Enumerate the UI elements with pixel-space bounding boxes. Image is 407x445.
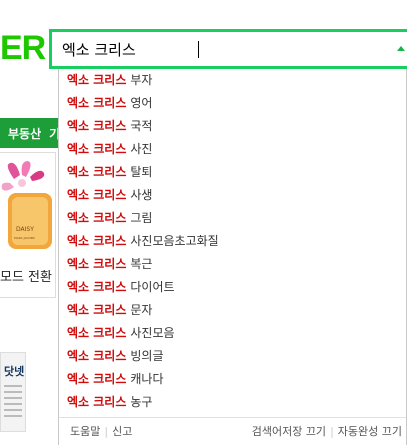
help-link[interactable]: 도움말 bbox=[70, 425, 100, 438]
suggestion-list: 엑소 크리스 부자 엑소 크리스 영어 엑소 크리스 국적 엑소 크리스 사진 엑소 크리스 탈퇴… bbox=[59, 69, 406, 414]
suggestion-match: 엑소 크리스 bbox=[67, 349, 127, 363]
collapse-arrow-icon[interactable] bbox=[393, 38, 407, 58]
suggestion-rest: 그림 bbox=[130, 211, 153, 225]
suggestion-match: 엑소 크리스 bbox=[67, 234, 127, 248]
suggestion-match: 엑소 크리스 bbox=[67, 96, 127, 110]
search-input[interactable] bbox=[62, 37, 362, 61]
suggestion-rest: 다이어트 bbox=[130, 280, 175, 294]
suggestion-match: 엑소 크리스 bbox=[67, 142, 127, 156]
suggestion-item[interactable]: 엑소 크리스 국적 bbox=[59, 115, 406, 138]
suggestion-rest: 사진모음 bbox=[130, 326, 175, 340]
suggestion-item[interactable]: 엑소 크리스 영어 bbox=[59, 92, 406, 115]
suggestion-match: 엑소 크리스 bbox=[67, 119, 127, 133]
suggestion-rest: 영어 bbox=[130, 96, 153, 110]
text-caret bbox=[198, 41, 199, 58]
suggestion-rest: 국적 bbox=[130, 119, 153, 133]
paper-lines bbox=[4, 385, 22, 421]
suggestion-match: 엑소 크리스 bbox=[67, 372, 127, 386]
suggestion-match: 엑소 크리스 bbox=[67, 395, 127, 409]
report-link[interactable]: 신고 bbox=[112, 425, 132, 438]
suggestion-item[interactable]: 엑소 크리스 농구 bbox=[59, 391, 406, 414]
autocomplete-off-link[interactable]: 자동완성 끄기 bbox=[338, 425, 402, 438]
site-logo[interactable]: ER bbox=[0, 28, 46, 68]
suggestion-item[interactable]: 엑소 크리스 빙의글 bbox=[59, 345, 406, 368]
suggestion-rest: 빙의글 bbox=[130, 349, 164, 363]
suggestion-rest: 캐나다 bbox=[130, 372, 164, 386]
suggestion-item[interactable]: 엑소 크리스 그림 bbox=[59, 207, 406, 230]
suggestion-rest: 복근 bbox=[130, 257, 153, 271]
suggestion-match: 엑소 크리스 bbox=[67, 257, 127, 271]
suggestion-item[interactable]: 엑소 크리스 부자 bbox=[59, 69, 406, 92]
nav-item-real-estate[interactable]: 부동산 bbox=[8, 127, 41, 141]
suggestion-match: 엑소 크리스 bbox=[67, 73, 127, 87]
search-inner bbox=[52, 32, 407, 66]
category-nav: 부동산 기 bbox=[0, 118, 60, 148]
suggestion-item[interactable]: 엑소 크리스 탈퇴 bbox=[59, 161, 406, 184]
suggestion-item[interactable]: 엑소 크리스 사생 bbox=[59, 184, 406, 207]
suggestion-rest: 탈퇴 bbox=[130, 165, 153, 179]
suggestion-rest: 부자 bbox=[130, 73, 153, 87]
suggestion-item[interactable]: 엑소 크리스 사진모음초고화질 bbox=[59, 230, 406, 253]
suggestion-match: 엑소 크리스 bbox=[67, 280, 127, 294]
suggestion-match: 엑소 크리스 bbox=[67, 165, 127, 179]
suggestion-match: 엑소 크리스 bbox=[67, 303, 127, 317]
suggestion-item[interactable]: 엑소 크리스 문자 bbox=[59, 299, 406, 322]
search-box bbox=[49, 29, 407, 69]
suggestion-match: 엑소 크리스 bbox=[67, 188, 127, 202]
suggestion-item[interactable]: 엑소 크리스 복근 bbox=[59, 253, 406, 276]
suggestion-rest: 사진모음초고화질 bbox=[130, 234, 219, 248]
search-history-off-link[interactable]: 검색어저장 끄기 bbox=[252, 425, 326, 438]
promo-brand-text: DAISY bbox=[16, 226, 34, 233]
mode-switch-link[interactable]: 모드 전환 bbox=[0, 266, 52, 285]
autocomplete-dropdown: 엑소 크리스 부자 엑소 크리스 영어 엑소 크리스 국적 엑소 크리스 사진 엑소 크리스 탈퇴… bbox=[58, 69, 407, 445]
newspaper-thumbnail[interactable]: 닷넷 bbox=[0, 352, 26, 432]
paper-brand: 닷넷 bbox=[4, 365, 25, 378]
suggestion-rest: 사생 bbox=[130, 188, 153, 202]
suggestion-rest: 농구 bbox=[130, 395, 153, 409]
suggestion-rest: 사진 bbox=[130, 142, 153, 156]
suggestion-item[interactable]: 엑소 크리스 캐나다 bbox=[59, 368, 406, 391]
suggestion-item[interactable]: 엑소 크리스 다이어트 bbox=[59, 276, 406, 299]
dropdown-footer: 도움말 | 신고 검색어저장 끄기 | 자동완성 끄기 bbox=[59, 417, 406, 445]
suggestion-item[interactable]: 엑소 크리스 사진 bbox=[59, 138, 406, 161]
promo-sub-text: MARC JACOBS bbox=[14, 236, 35, 240]
suggestion-match: 엑소 크리스 bbox=[67, 211, 127, 225]
suggestion-rest: 문자 bbox=[130, 303, 153, 317]
perfume-bottle-image: DAISY MARC JACOBS bbox=[1, 161, 52, 249]
suggestion-match: 엑소 크리스 bbox=[67, 326, 127, 340]
suggestion-item[interactable]: 엑소 크리스 사진모음 bbox=[59, 322, 406, 345]
